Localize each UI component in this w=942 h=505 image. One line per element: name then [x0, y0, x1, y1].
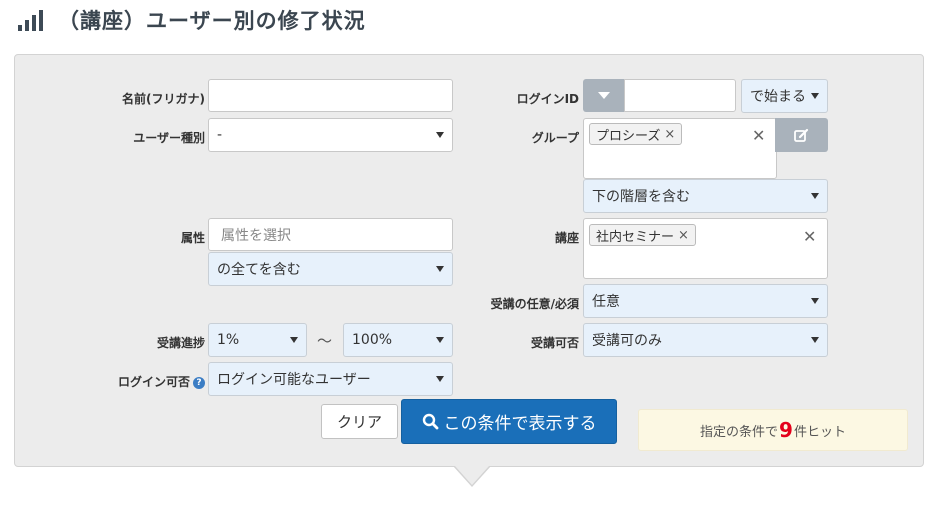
user-type-select[interactable]: -	[208, 118, 453, 152]
caret-down-icon	[290, 337, 298, 343]
clear-button[interactable]: クリア	[321, 404, 398, 439]
course-label: 講座	[554, 231, 579, 245]
caret-down-icon	[811, 93, 819, 99]
signal-bars-icon	[18, 9, 44, 31]
page-title: （講座）ユーザー別の修了状況	[58, 9, 366, 33]
search-button[interactable]: この条件で表示する	[401, 399, 617, 444]
tag-remove-icon[interactable]: ×	[678, 228, 689, 243]
course-tag: 社内セミナー ×	[589, 224, 696, 246]
attribute-label: 属性	[180, 231, 205, 245]
caret-down-icon	[811, 193, 819, 199]
attribute-input[interactable]: 属性を選択	[208, 218, 453, 251]
question-circle-icon[interactable]: ?	[193, 376, 205, 389]
tag-remove-icon[interactable]: ×	[664, 127, 675, 142]
search-icon	[422, 413, 438, 430]
required-label: 受講の任意/必須	[490, 297, 579, 311]
login-allowed-label: ログイン可否?	[118, 373, 205, 390]
group-label: グループ	[531, 131, 579, 145]
login-id-input[interactable]	[624, 79, 736, 112]
progress-from-select[interactable]: 1%	[208, 323, 307, 357]
group-clear-icon[interactable]: ✕	[752, 126, 765, 145]
range-separator: ～	[317, 332, 333, 350]
page-header: （講座）ユーザー別の修了状況	[18, 5, 366, 35]
caret-down-icon	[811, 337, 819, 343]
login-id-label: ログインID	[516, 92, 579, 106]
course-clear-icon[interactable]: ✕	[803, 227, 816, 246]
edit-icon	[794, 128, 809, 142]
group-hierarchy-select[interactable]: 下の階層を含む	[583, 179, 828, 213]
course-allowed-select[interactable]: 受講可のみ	[583, 323, 828, 357]
caret-down-icon	[436, 337, 444, 343]
hit-count-box: 指定の条件で 9 件ヒット	[638, 409, 908, 451]
hit-count: 9	[779, 418, 793, 442]
user-type-label: ユーザー種別	[133, 131, 205, 145]
login-id-dropdown-button[interactable]	[583, 79, 624, 112]
caret-down-icon	[436, 266, 444, 272]
group-tag: プロシーズ ×	[589, 123, 683, 145]
caret-down-icon	[436, 376, 444, 382]
name-input[interactable]	[208, 79, 453, 112]
required-select[interactable]: 任意	[583, 284, 828, 318]
group-edit-button[interactable]	[775, 118, 828, 152]
login-id-match-select[interactable]: で始まる	[741, 79, 828, 113]
login-allowed-select[interactable]: ログイン可能なユーザー	[208, 362, 453, 396]
caret-down-icon	[597, 92, 610, 99]
caret-down-icon	[436, 132, 444, 138]
course-allowed-label: 受講可否	[530, 336, 579, 350]
attribute-match-select[interactable]: の全てを含む	[208, 252, 453, 286]
caret-down-icon	[811, 298, 819, 304]
progress-label: 受講進捗	[156, 336, 205, 350]
attribute-placeholder: 属性を選択	[221, 227, 291, 244]
name-label: 名前(フリガナ)	[122, 92, 205, 106]
progress-to-select[interactable]: 100%	[343, 323, 453, 357]
